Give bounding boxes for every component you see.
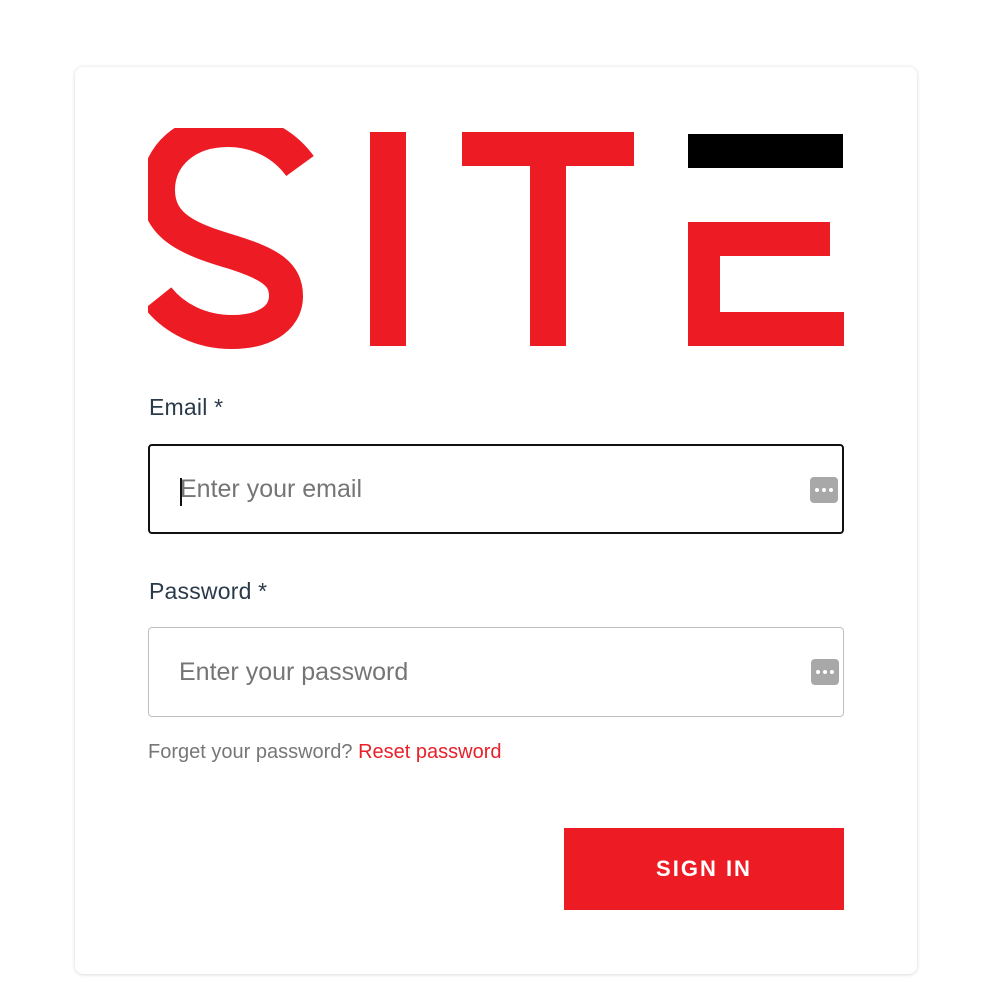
password-input[interactable]: [179, 628, 799, 716]
forgot-password-row: Forget your password? Reset password: [148, 741, 502, 764]
email-field-container[interactable]: [148, 444, 844, 534]
password-manager-icon[interactable]: [810, 477, 838, 503]
site-logo: [148, 128, 848, 350]
password-label: Password *: [149, 578, 268, 604]
sign-in-button[interactable]: SIGN IN: [564, 828, 844, 910]
email-label: Email *: [149, 394, 224, 420]
password-manager-icon[interactable]: [811, 659, 839, 685]
email-input[interactable]: [180, 446, 800, 532]
text-cursor: [180, 478, 182, 506]
password-field-container[interactable]: [148, 627, 844, 717]
forgot-password-text: Forget your password?: [148, 741, 359, 763]
reset-password-link[interactable]: Reset password: [358, 741, 501, 763]
